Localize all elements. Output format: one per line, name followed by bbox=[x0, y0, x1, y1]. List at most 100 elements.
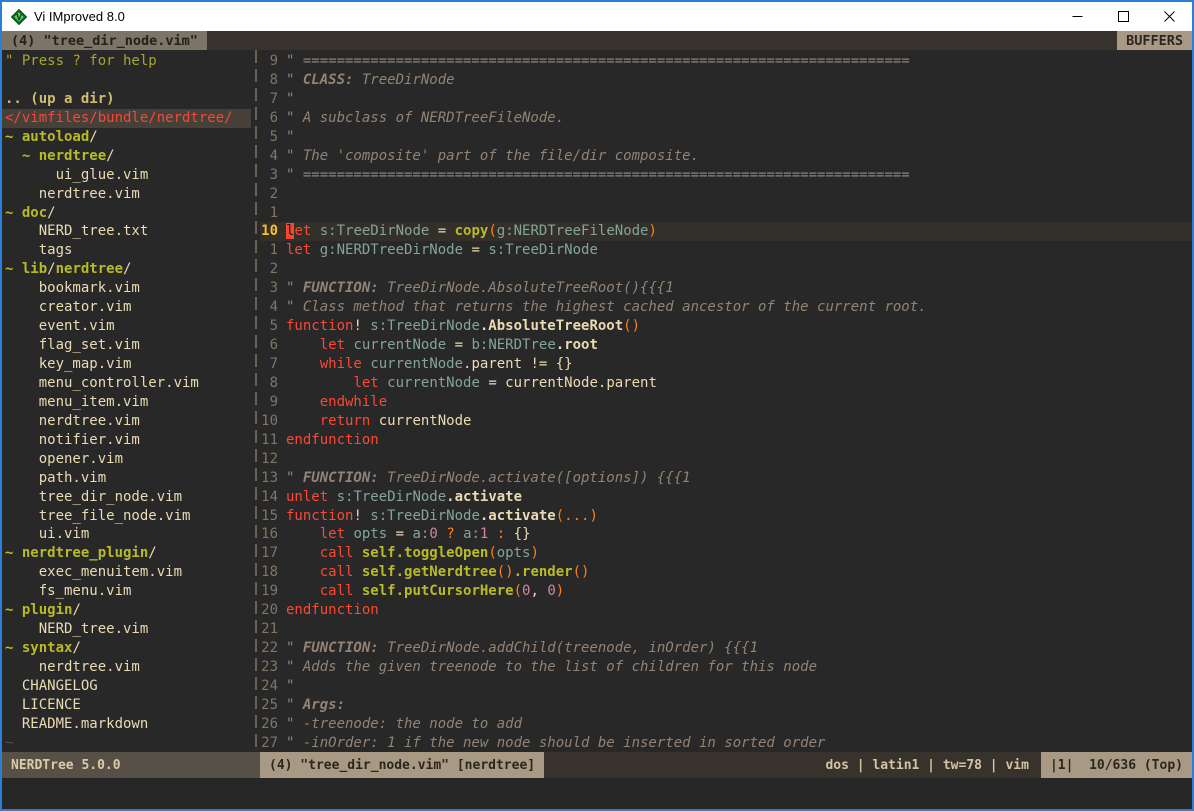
nerdtree-status: NERDTree 5.0.0 bbox=[2, 752, 260, 778]
code-line[interactable]: 23" Adds the given treenode to the list … bbox=[260, 658, 1192, 677]
code-line[interactable]: 2 bbox=[260, 260, 1192, 279]
code-line[interactable]: 21 bbox=[260, 620, 1192, 639]
code-line[interactable]: 27" -inOrder: 1 if the new node should b… bbox=[260, 734, 1192, 752]
code-line-current[interactable]: 10let s:TreeDirNode = copy(g:NERDTreeFil… bbox=[260, 222, 1192, 241]
code-line[interactable]: 9 endwhile bbox=[260, 393, 1192, 412]
code-line[interactable]: 3" =====================================… bbox=[260, 166, 1192, 185]
code-line[interactable]: 4" The 'composite' part of the file/dir … bbox=[260, 147, 1192, 166]
nerdtree-pane[interactable]: " Press ? for help.. (up a dir)</vimfile… bbox=[2, 50, 251, 752]
tree-item[interactable]: ~ autoload/ bbox=[2, 128, 251, 147]
tree-item[interactable]: notifier.vim bbox=[2, 431, 251, 450]
line-number: 18 bbox=[260, 563, 286, 582]
code-line[interactable]: 8 let currentNode = currentNode.parent bbox=[260, 374, 1192, 393]
code-line[interactable]: 11endfunction bbox=[260, 431, 1192, 450]
line-number: 5 bbox=[260, 128, 286, 147]
tree-item[interactable]: bookmark.vim bbox=[2, 279, 251, 298]
tree-item[interactable]: flag_set.vim bbox=[2, 336, 251, 355]
code-text: endfunction bbox=[286, 601, 1192, 620]
code-line[interactable]: 5" bbox=[260, 128, 1192, 147]
tree-item[interactable]: ui_glue.vim bbox=[2, 166, 251, 185]
code-line[interactable]: 26" -treenode: the node to add bbox=[260, 715, 1192, 734]
tree-item[interactable]: tags bbox=[2, 241, 251, 260]
code-line[interactable]: 4" Class method that returns the highest… bbox=[260, 298, 1192, 317]
code-text: " ======================================… bbox=[286, 166, 1192, 185]
code-line[interactable]: 13" FUNCTION: TreeDirNode.activate([opti… bbox=[260, 469, 1192, 488]
minimize-button[interactable] bbox=[1054, 2, 1100, 31]
code-line[interactable]: 17 call self.toggleOpen(opts) bbox=[260, 544, 1192, 563]
code-line[interactable]: 6 let currentNode = b:NERDTree.root bbox=[260, 336, 1192, 355]
tree-item[interactable]: menu_item.vim bbox=[2, 393, 251, 412]
maximize-button[interactable] bbox=[1100, 2, 1146, 31]
code-line[interactable]: 7 while currentNode.parent != {} bbox=[260, 355, 1192, 374]
code-line[interactable]: 8" CLASS: TreeDirNode bbox=[260, 71, 1192, 90]
code-text: let opts = a:0 ? a:1 : {} bbox=[286, 525, 1192, 544]
tree-item[interactable]: exec_menuitem.vim bbox=[2, 563, 251, 582]
tree-item[interactable]: README.markdown bbox=[2, 715, 251, 734]
tree-item[interactable]: ~ lib/nerdtree/ bbox=[2, 260, 251, 279]
code-text: unlet s:TreeDirNode.activate bbox=[286, 488, 1192, 507]
tree-item[interactable]: nerdtree.vim bbox=[2, 185, 251, 204]
file-info-status: dos | latin1 | tw=78 | vim bbox=[544, 752, 1041, 778]
tree-item[interactable]: ~ nerdtree/ bbox=[2, 147, 251, 166]
tree-item[interactable]: event.vim bbox=[2, 317, 251, 336]
tree-item[interactable]: nerdtree.vim bbox=[2, 412, 251, 431]
tree-item[interactable]: creator.vim bbox=[2, 298, 251, 317]
code-line[interactable]: 7" bbox=[260, 90, 1192, 109]
code-line[interactable]: 1let g:NERDTreeDirNode = s:TreeDirNode bbox=[260, 241, 1192, 260]
code-line[interactable]: 5function! s:TreeDirNode.AbsoluteTreeRoo… bbox=[260, 317, 1192, 336]
editor-pane[interactable]: 9" =====================================… bbox=[260, 50, 1192, 752]
tree-item[interactable]: tree_dir_node.vim bbox=[2, 488, 251, 507]
tree-item[interactable]: ~ doc/ bbox=[2, 204, 251, 223]
code-text: let s:TreeDirNode = copy(g:NERDTreeFileN… bbox=[286, 222, 1192, 241]
close-button[interactable] bbox=[1146, 2, 1192, 31]
tree-item[interactable]: ~ syntax/ bbox=[2, 639, 251, 658]
code-line[interactable]: 19 call self.putCursorHere(0, 0) bbox=[260, 582, 1192, 601]
code-text: " bbox=[286, 677, 1192, 696]
line-number: 25 bbox=[260, 696, 286, 715]
tree-item[interactable]: LICENCE bbox=[2, 696, 251, 715]
line-number: 8 bbox=[260, 71, 286, 90]
code-line[interactable]: 14unlet s:TreeDirNode.activate bbox=[260, 488, 1192, 507]
vim-window: Vi IMproved 8.0 (4) "tree_dir_node.vim" … bbox=[0, 0, 1194, 811]
tree-item[interactable]: opener.vim bbox=[2, 450, 251, 469]
tree-item[interactable]: </vimfiles/bundle/nerdtree/ bbox=[2, 109, 251, 128]
tree-item[interactable]: ~ nerdtree_plugin/ bbox=[2, 544, 251, 563]
code-line[interactable]: 10 return currentNode bbox=[260, 412, 1192, 431]
line-number: 4 bbox=[260, 147, 286, 166]
tree-item[interactable]: fs_menu.vim bbox=[2, 582, 251, 601]
tree-item[interactable]: CHANGELOG bbox=[2, 677, 251, 696]
code-line[interactable]: 22" FUNCTION: TreeDirNode.addChild(treen… bbox=[260, 639, 1192, 658]
tree-item[interactable]: NERD_tree.txt bbox=[2, 222, 251, 241]
tree-item[interactable]: ui.vim bbox=[2, 525, 251, 544]
code-text: return currentNode bbox=[286, 412, 1192, 431]
tree-item[interactable]: path.vim bbox=[2, 469, 251, 488]
code-line[interactable]: 3" FUNCTION: TreeDirNode.AbsoluteTreeRoo… bbox=[260, 279, 1192, 298]
code-line[interactable]: 15function! s:TreeDirNode.activate(...) bbox=[260, 507, 1192, 526]
code-line[interactable]: 2 bbox=[260, 185, 1192, 204]
code-text: " FUNCTION: TreeDirNode.addChild(treenod… bbox=[286, 639, 1192, 658]
tree-item[interactable]: .. (up a dir) bbox=[2, 90, 251, 109]
code-line[interactable]: 6" A subclass of NERDTreeFileNode. bbox=[260, 109, 1192, 128]
tree-item[interactable]: menu_controller.vim bbox=[2, 374, 251, 393]
tree-item[interactable]: nerdtree.vim bbox=[2, 658, 251, 677]
tree-item[interactable]: NERD_tree.vim bbox=[2, 620, 251, 639]
tab-tree-dir-node[interactable]: (4) "tree_dir_node.vim" bbox=[2, 31, 207, 50]
code-line[interactable]: 18 call self.getNerdtree().render() bbox=[260, 563, 1192, 582]
title-bar: Vi IMproved 8.0 bbox=[2, 2, 1192, 31]
tree-item[interactable]: ~ plugin/ bbox=[2, 601, 251, 620]
code-line[interactable]: 24" bbox=[260, 677, 1192, 696]
code-line[interactable]: 1 bbox=[260, 204, 1192, 223]
main-area: " Press ? for help.. (up a dir)</vimfile… bbox=[2, 50, 1192, 752]
line-number: 3 bbox=[260, 166, 286, 185]
line-number: 26 bbox=[260, 715, 286, 734]
tree-item[interactable]: tree_file_node.vim bbox=[2, 507, 251, 526]
code-line[interactable]: 9" =====================================… bbox=[260, 52, 1192, 71]
code-line[interactable]: 12 bbox=[260, 450, 1192, 469]
code-line[interactable]: 16 let opts = a:0 ? a:1 : {} bbox=[260, 525, 1192, 544]
window-split-separator[interactable] bbox=[251, 50, 260, 752]
tree-item[interactable]: key_map.vim bbox=[2, 355, 251, 374]
code-text bbox=[286, 185, 1192, 204]
code-text bbox=[286, 450, 1192, 469]
code-line[interactable]: 20endfunction bbox=[260, 601, 1192, 620]
code-line[interactable]: 25" Args: bbox=[260, 696, 1192, 715]
